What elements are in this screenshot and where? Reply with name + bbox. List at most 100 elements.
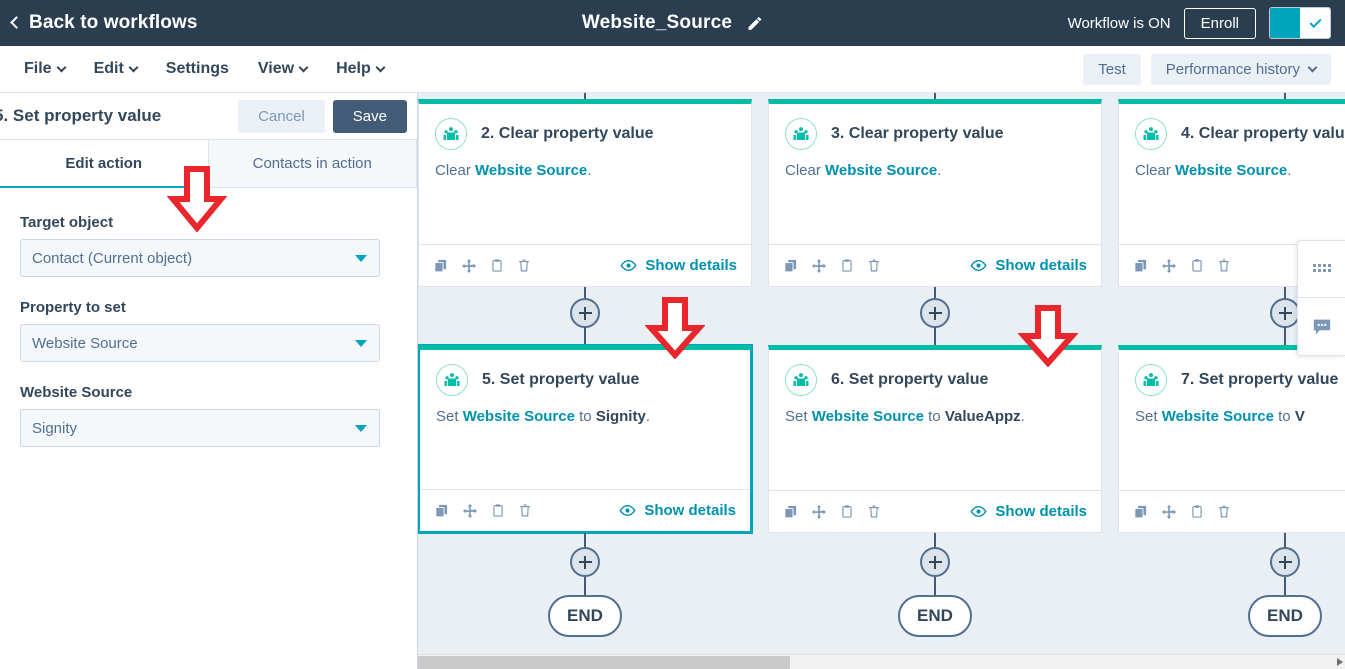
copy-icon[interactable] (1133, 258, 1148, 273)
copy-icon[interactable] (1133, 504, 1148, 519)
clipboard-icon[interactable] (1190, 504, 1204, 519)
back-to-workflows-link[interactable]: Back to workflows (10, 12, 198, 34)
card-action-icons (1133, 504, 1231, 520)
desc-property: Website Source (1175, 162, 1288, 179)
copy-icon[interactable] (433, 258, 448, 273)
drag-grip-icon[interactable] (1298, 241, 1345, 298)
add-action-button[interactable] (1270, 547, 1300, 577)
clipboard-icon[interactable] (490, 258, 504, 273)
add-action-button[interactable] (570, 298, 600, 328)
show-details-link[interactable]: Show details (970, 503, 1087, 520)
menu-help[interactable]: Help (326, 60, 394, 78)
workflow-card-3[interactable]: 3. Clear property value Clear Website So… (768, 99, 1102, 287)
workflow-editor-app: Back to workflows Website_Source Workflo… (0, 0, 1345, 669)
show-details-link[interactable]: Show details (619, 502, 736, 519)
test-button[interactable]: Test (1083, 53, 1141, 85)
connector-line (584, 577, 586, 595)
floating-tools-widget[interactable] (1297, 240, 1345, 356)
tab-contacts-in-action-label: Contacts in action (252, 155, 372, 172)
card-description: Set Website Source to ValueAppz. (769, 396, 1101, 425)
desc-mid: to (574, 408, 596, 425)
trash-icon[interactable] (867, 504, 881, 519)
menu-view-label: View (257, 60, 295, 77)
add-action-button[interactable] (920, 298, 950, 328)
desc-prefix: Set (785, 408, 812, 425)
move-icon[interactable] (811, 504, 827, 520)
workflow-card-2[interactable]: 2. Clear property value Clear Website So… (418, 99, 752, 287)
chevron-down-icon (1307, 62, 1318, 72)
desc-mid: to (923, 408, 945, 425)
card-description: Set Website Source to Signity. (420, 396, 750, 425)
add-action-button[interactable] (1270, 298, 1300, 328)
contact-object-icon (785, 364, 817, 396)
move-icon[interactable] (461, 258, 477, 274)
card-header: 3. Clear property value (769, 104, 1101, 150)
workflow-card-7[interactable]: 7. Set property value Set Website Source… (1118, 345, 1345, 533)
copy-icon[interactable] (434, 503, 449, 518)
desc-prefix: Clear (1135, 162, 1176, 179)
clipboard-icon[interactable] (840, 258, 854, 273)
website-source-select[interactable]: Signity (20, 409, 380, 447)
copy-icon[interactable] (783, 504, 798, 519)
show-details-label: Show details (645, 257, 737, 274)
copy-icon[interactable] (783, 258, 798, 273)
move-icon[interactable] (462, 503, 478, 519)
add-action-button[interactable] (570, 547, 600, 577)
menu-settings[interactable]: Settings (156, 60, 239, 78)
horizontal-scrollbar[interactable] (418, 654, 1345, 669)
property-to-set-value: Website Source (32, 334, 138, 352)
show-details-label: Show details (644, 502, 736, 519)
trash-icon[interactable] (518, 503, 532, 518)
card-header: 2. Clear property value (419, 104, 751, 150)
scroll-right-arrow-icon[interactable] (1337, 658, 1343, 666)
clipboard-icon[interactable] (491, 503, 505, 518)
menu-edit[interactable]: Edit (84, 60, 147, 78)
card-description: Clear Website Source. (769, 150, 1101, 179)
menu-edit-label: Edit (93, 60, 124, 77)
menu-file[interactable]: File (14, 60, 75, 78)
property-to-set-select[interactable]: Website Source (20, 324, 380, 362)
toggle-knob (1300, 8, 1330, 38)
connector-line (934, 577, 936, 595)
card-footer: Show details (419, 244, 751, 286)
connector-line (584, 327, 586, 345)
panel-header: 5. Set property value Cancel Save (0, 93, 417, 140)
cancel-button[interactable]: Cancel (238, 99, 325, 133)
chevron-down-icon (128, 62, 139, 72)
scrollbar-thumb[interactable] (418, 656, 790, 669)
move-icon[interactable] (1161, 258, 1177, 274)
arrow-card-6 (1018, 305, 1078, 367)
performance-history-label: Performance history (1165, 60, 1300, 78)
card-footer: Show details (420, 489, 750, 531)
tab-contacts-in-action[interactable]: Contacts in action (208, 140, 417, 187)
save-button[interactable]: Save (332, 99, 407, 133)
target-object-select[interactable]: Contact (Current object) (20, 239, 380, 277)
add-action-button[interactable] (920, 547, 950, 577)
show-details-link[interactable]: Show details (620, 257, 737, 274)
panel-title: 5. Set property value (0, 106, 162, 125)
workflow-card-6[interactable]: 6. Set property value Set Website Source… (768, 345, 1102, 533)
trash-icon[interactable] (1217, 504, 1231, 519)
trash-icon[interactable] (1217, 258, 1231, 273)
trash-icon[interactable] (517, 258, 531, 273)
performance-history-button[interactable]: Performance history (1150, 53, 1331, 85)
workflow-on-toggle[interactable] (1269, 7, 1331, 39)
show-details-link[interactable]: Show details (970, 257, 1087, 274)
trash-icon[interactable] (867, 258, 881, 273)
clipboard-icon[interactable] (840, 504, 854, 519)
card-title: 3. Clear property value (831, 125, 1004, 142)
desc-suffix: . (645, 408, 650, 425)
pencil-icon[interactable] (746, 15, 763, 32)
end-node: END (548, 595, 622, 637)
menu-view[interactable]: View (248, 60, 317, 78)
move-icon[interactable] (811, 258, 827, 274)
workflow-card-5[interactable]: 5. Set property value Set Website Source… (418, 345, 752, 533)
card-description: Clear Website Source. (419, 150, 751, 179)
clipboard-icon[interactable] (1190, 258, 1204, 273)
chat-bubble-icon[interactable] (1298, 298, 1345, 356)
desc-suffix: . (937, 162, 942, 179)
move-icon[interactable] (1161, 504, 1177, 520)
workflow-canvas[interactable]: 2. Clear property value Clear Website So… (418, 93, 1345, 669)
card-title: 6. Set property value (831, 371, 989, 388)
enroll-button[interactable]: Enroll (1183, 7, 1256, 39)
